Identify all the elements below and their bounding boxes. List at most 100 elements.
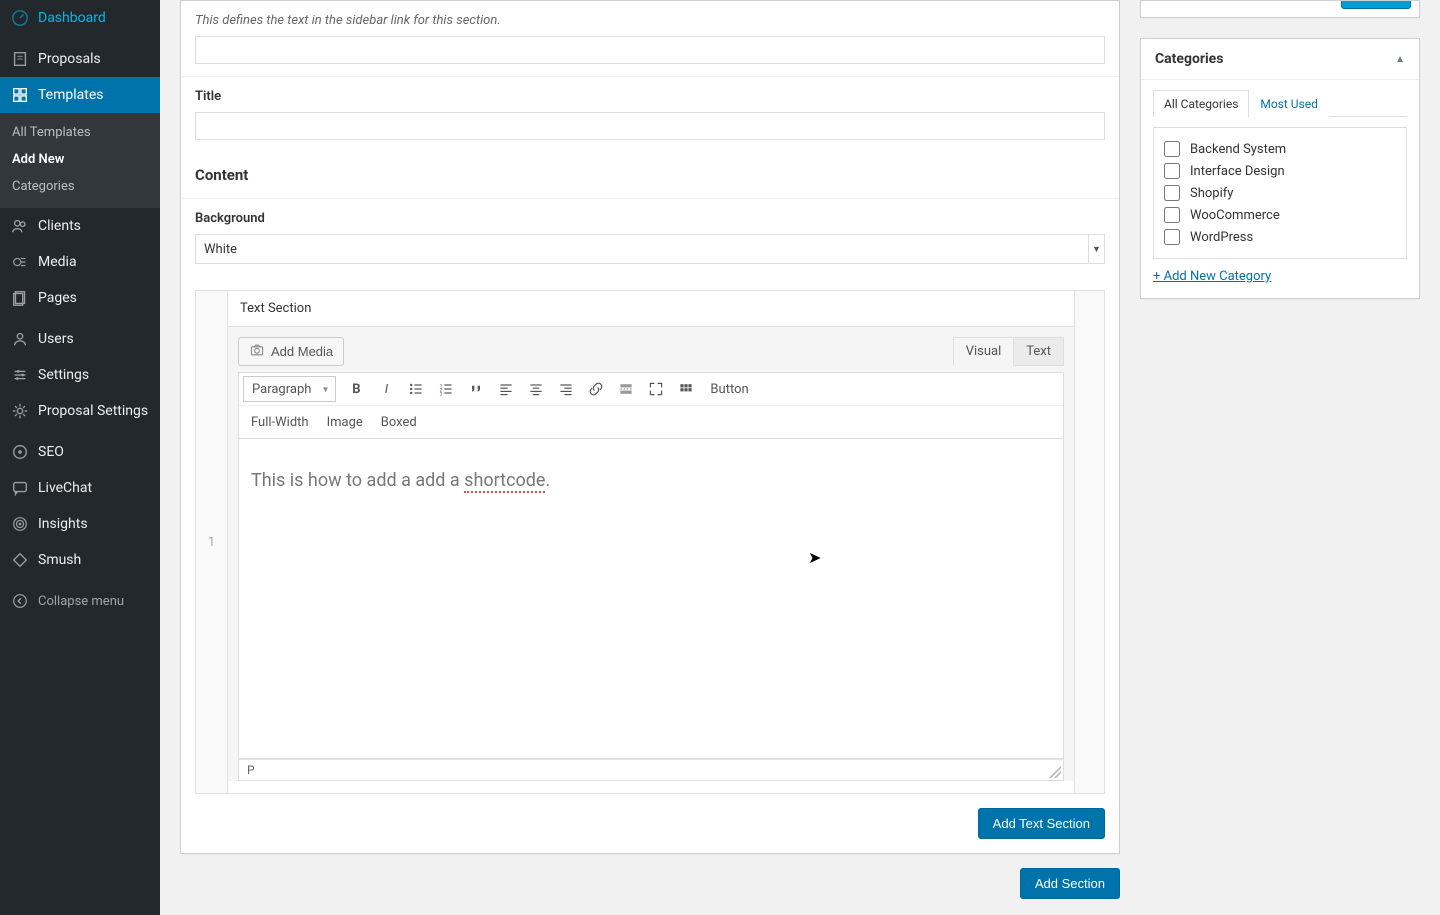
add-text-section-button[interactable]: Add Text Section (978, 808, 1105, 839)
sidebar-item-clients[interactable]: Clients (0, 208, 160, 244)
category-item[interactable]: WordPress (1164, 226, 1396, 248)
categories-panel-header[interactable]: Categories ▲ (1141, 39, 1419, 80)
link-button[interactable] (582, 376, 610, 402)
sidebar-item-label: Pages (38, 290, 77, 306)
sidebar-item-label: Insights (38, 516, 88, 532)
sidebar-item-settings[interactable]: Settings (0, 357, 160, 393)
boxed-tool[interactable]: Boxed (373, 409, 425, 435)
sidebar-item-smush[interactable]: Smush (0, 542, 160, 578)
sliders-icon (10, 365, 30, 385)
background-label: Background (195, 211, 1105, 226)
resize-handle-icon[interactable] (1049, 766, 1061, 778)
text-tab[interactable]: Text (1013, 337, 1064, 366)
numbered-list-button[interactable]: 123 (432, 376, 460, 402)
user-icon (10, 329, 30, 349)
read-more-button[interactable] (612, 376, 640, 402)
category-checkbox[interactable] (1164, 229, 1180, 245)
submenu-item-all-templates[interactable]: All Templates (0, 119, 160, 146)
sidebar-item-label: Proposal Settings (38, 403, 148, 419)
text-section-row: 1 Text Section Add Media Visual (195, 290, 1105, 794)
seo-icon (10, 442, 30, 462)
partial-top-box (1140, 0, 1420, 18)
all-categories-tab[interactable]: All Categories (1153, 90, 1249, 117)
categories-panel-title: Categories (1155, 51, 1223, 67)
text-section-title: Text Section (228, 291, 1074, 327)
svg-text:3: 3 (440, 391, 443, 397)
submenu-item-categories[interactable]: Categories (0, 173, 160, 200)
category-checkbox[interactable] (1164, 185, 1180, 201)
image-tool[interactable]: Image (319, 409, 371, 435)
align-right-button[interactable] (552, 376, 580, 402)
grid-icon (10, 85, 30, 105)
collapse-menu-button[interactable]: Collapse menu (0, 583, 160, 619)
fullscreen-button[interactable] (642, 376, 670, 402)
section-form-box: This defines the text in the sidebar lin… (180, 0, 1120, 854)
row-drag-handle[interactable] (1074, 291, 1104, 793)
category-item[interactable]: Interface Design (1164, 160, 1396, 182)
title-input[interactable] (195, 112, 1105, 140)
category-item[interactable]: Backend System (1164, 138, 1396, 160)
sidebar-link-hint: This defines the text in the sidebar lin… (195, 13, 1105, 28)
align-left-button[interactable] (492, 376, 520, 402)
sidebar-item-label: Dashboard (38, 10, 106, 26)
collapse-label: Collapse menu (38, 594, 124, 609)
add-media-label: Add Media (271, 344, 333, 359)
most-used-tab[interactable]: Most Used (1249, 90, 1329, 117)
align-center-button[interactable] (522, 376, 550, 402)
users-icon (10, 216, 30, 236)
chevron-down-icon: ▼ (1088, 235, 1104, 263)
full-width-tool[interactable]: Full-Width (243, 409, 317, 435)
sidebar-item-label: Smush (38, 552, 81, 568)
camera-icon (249, 342, 265, 361)
sidebar-item-templates[interactable]: Templates (0, 77, 160, 113)
dashboard-icon (10, 8, 30, 28)
category-item[interactable]: Shopify (1164, 182, 1396, 204)
toolbar-toggle-button[interactable] (672, 376, 700, 402)
add-new-category-link[interactable]: + Add New Category (1153, 269, 1271, 284)
editor-paragraph: This is how to add a add a shortcode. (251, 467, 1051, 494)
sidebar-item-seo[interactable]: SEO (0, 434, 160, 470)
blockquote-button[interactable] (462, 376, 490, 402)
add-media-button[interactable]: Add Media (238, 337, 344, 366)
italic-button[interactable]: I (372, 376, 400, 402)
insights-icon (10, 514, 30, 534)
chat-icon (10, 478, 30, 498)
sidebar-item-media[interactable]: Media (0, 244, 160, 280)
sidebar-item-label: Users (38, 331, 74, 347)
category-checklist: Backend System Interface Design Shopify … (1153, 127, 1407, 259)
sidebar-submenu: All Templates Add New Categories (0, 113, 160, 208)
sidebar-item-pages[interactable]: Pages (0, 280, 160, 316)
document-icon (10, 49, 30, 69)
category-checkbox[interactable] (1164, 141, 1180, 157)
submenu-item-add-new[interactable]: Add New (0, 146, 160, 173)
editor-toolbar: Paragraph B I 123 (238, 372, 1064, 439)
sidebar-item-proposals[interactable]: Proposals (0, 41, 160, 77)
sidebar-item-insights[interactable]: Insights (0, 506, 160, 542)
category-checkbox[interactable] (1164, 163, 1180, 179)
category-item[interactable]: WooCommerce (1164, 204, 1396, 226)
collapse-icon (10, 591, 30, 611)
editor-path[interactable]: P (247, 763, 255, 777)
bullet-list-button[interactable] (402, 376, 430, 402)
chevron-up-icon: ▲ (1395, 54, 1405, 65)
editor-content-area[interactable]: This is how to add a add a shortcode. (238, 439, 1064, 759)
background-select[interactable]: White ▼ (195, 234, 1105, 264)
format-select[interactable]: Paragraph (243, 376, 336, 402)
gear-icon (10, 401, 30, 421)
categories-panel: Categories ▲ All Categories Most Used Ba… (1140, 38, 1420, 299)
sidebar-item-livechat[interactable]: LiveChat (0, 470, 160, 506)
add-section-button[interactable]: Add Section (1020, 868, 1120, 899)
button-tool[interactable]: Button (702, 376, 756, 402)
sidebar-item-dashboard[interactable]: Dashboard (0, 0, 160, 36)
admin-sidebar: Dashboard Proposals Templates All Templa… (0, 0, 160, 915)
category-checkbox[interactable] (1164, 207, 1180, 223)
sidebar-item-proposal-settings[interactable]: Proposal Settings (0, 393, 160, 429)
title-label: Title (195, 89, 1105, 104)
row-index: 1 (196, 291, 228, 793)
bold-button[interactable]: B (342, 376, 370, 402)
sidebar-item-users[interactable]: Users (0, 321, 160, 357)
sidebar-item-label: Settings (38, 367, 89, 383)
smush-icon (10, 550, 30, 570)
visual-tab[interactable]: Visual (953, 337, 1015, 366)
sidebar-link-input[interactable] (195, 36, 1105, 64)
